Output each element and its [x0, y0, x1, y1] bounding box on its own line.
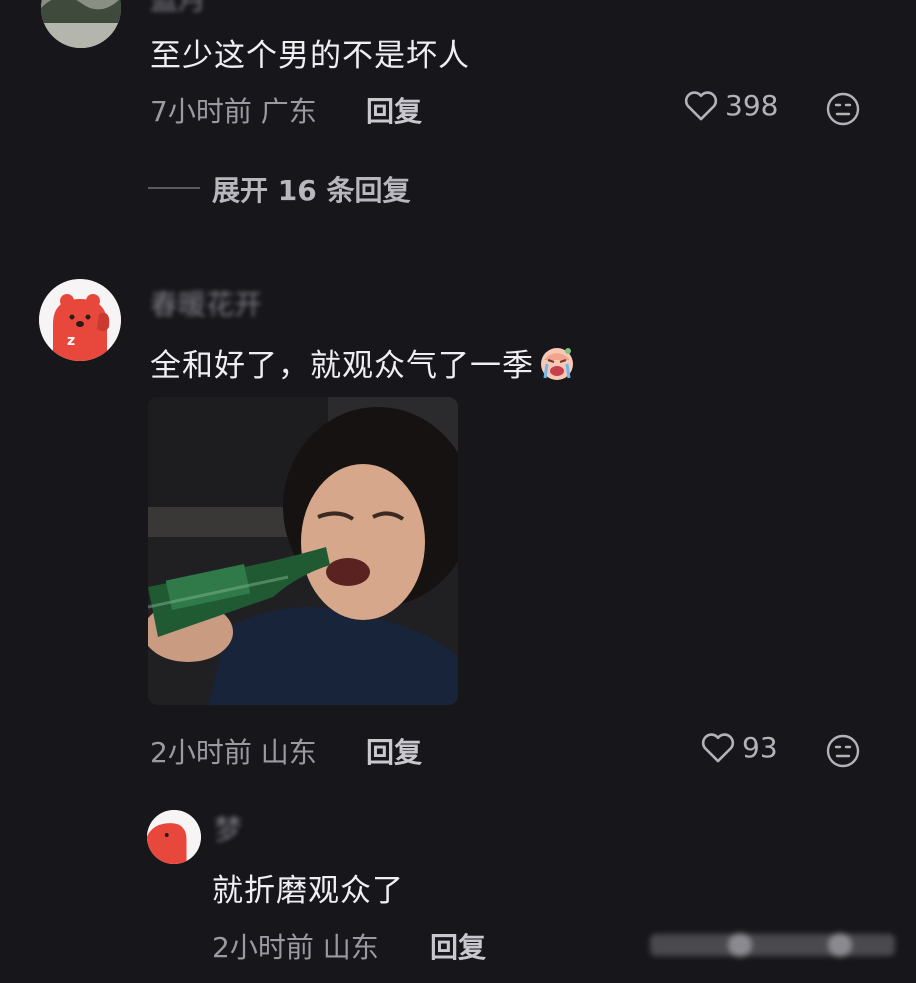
- svg-text:z: z: [67, 333, 75, 349]
- comment1-text: 至少这个男的不是坏人: [150, 38, 470, 74]
- meme-photo: [148, 397, 458, 705]
- comment2-like-button[interactable]: 93: [700, 731, 778, 764]
- heart-outline-icon: [684, 90, 718, 120]
- red-bear-avatar-icon: [147, 810, 201, 864]
- comment2-dislike-button[interactable]: [825, 733, 861, 773]
- comment1-dislike-button[interactable]: [825, 91, 861, 131]
- avatar-photo: [41, 0, 121, 48]
- username-comment1[interactable]: 蓝月: [150, 0, 206, 18]
- comment1-reply-button[interactable]: 回复: [366, 90, 422, 130]
- crying-emoji-icon: [541, 347, 573, 380]
- reply-reply-button[interactable]: 回复: [430, 926, 486, 966]
- dislike-face-icon: [826, 734, 860, 768]
- expand-replies-button[interactable]: 展开 16 条回复: [212, 169, 410, 209]
- reply-time-location: 2小时前 山东: [212, 931, 379, 964]
- heart-outline-icon: [701, 732, 735, 762]
- comment2-text: 全和好了，就观众气了一季: [150, 348, 534, 384]
- username-comment2[interactable]: 春暖花开: [150, 283, 262, 323]
- comment1-like-button[interactable]: 398: [683, 89, 778, 122]
- avatar-comment1[interactable]: [41, 0, 121, 48]
- watermark-logo: [650, 928, 895, 962]
- comment2-time-location: 2小时前 山东: [150, 736, 317, 769]
- comment2-text-row: 全和好了，就观众气了一季: [150, 340, 576, 385]
- avatar-reply[interactable]: [147, 810, 201, 864]
- comment2-reply-button[interactable]: 回复: [366, 731, 422, 771]
- dislike-face-icon: [826, 92, 860, 126]
- reply-text: 就折磨观众了: [212, 873, 404, 909]
- username-reply[interactable]: 梦: [214, 808, 242, 848]
- comment1-time-location: 7小时前 广东: [150, 95, 317, 128]
- comment2-like-count: 93: [742, 731, 778, 764]
- avatar-comment2[interactable]: z: [39, 279, 121, 361]
- red-bear-avatar-icon: z: [39, 279, 121, 361]
- comment2-image[interactable]: [148, 397, 458, 705]
- comment1-like-count: 398: [725, 89, 779, 122]
- expand-divider: [148, 187, 200, 189]
